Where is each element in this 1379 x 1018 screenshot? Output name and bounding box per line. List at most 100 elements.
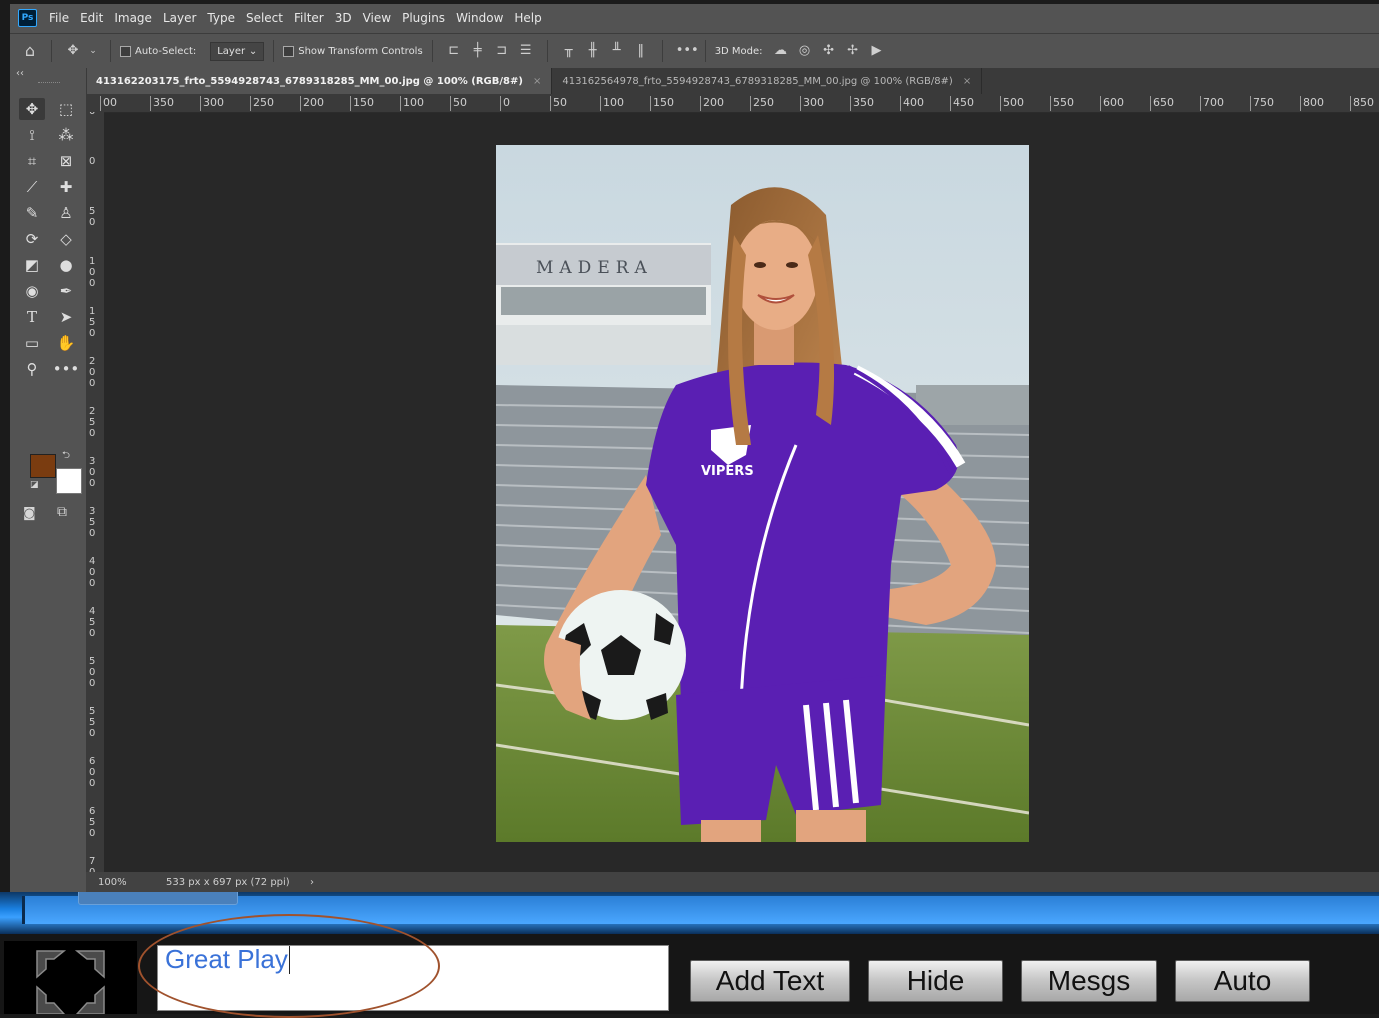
frame-tool-icon[interactable]: ⊠ bbox=[53, 150, 79, 172]
pan-icon[interactable]: ✣ bbox=[821, 44, 837, 58]
magic-wand-icon[interactable]: ⁂ bbox=[53, 124, 79, 146]
marquee-tool-icon[interactable]: ⬚ bbox=[53, 98, 79, 120]
brush-tool-icon[interactable]: ✎ bbox=[19, 202, 45, 224]
tools-panel: ‹‹ ✥ ⬚ ⟟ ⁂ ⌗ ⊠ ⟋ ✚ ✎ ♙ ⟳ ◇ ◩ ● ◉ ✒ T ➤ ▭… bbox=[10, 68, 87, 892]
ruler-tick-label: 200 bbox=[700, 96, 724, 111]
hide-button[interactable]: Hide bbox=[868, 960, 1003, 1002]
ruler-tick-label: 100 bbox=[400, 96, 424, 111]
align-left-icon[interactable]: ⊏ bbox=[446, 44, 462, 58]
move-tool-icon[interactable]: ✥ bbox=[65, 44, 81, 58]
status-menu-icon[interactable]: › bbox=[310, 877, 314, 888]
jersey-text: VIPERS bbox=[701, 464, 754, 479]
zoom-tool-icon[interactable]: ⚲ bbox=[19, 358, 45, 380]
menu-type[interactable]: Type bbox=[207, 11, 235, 25]
history-brush-icon[interactable]: ⟳ bbox=[19, 228, 45, 250]
crop-tool-icon[interactable]: ⌗ bbox=[19, 150, 45, 172]
lasso-tool-icon[interactable]: ⟟ bbox=[19, 124, 45, 146]
default-colors-icon[interactable]: ◪ bbox=[30, 480, 39, 490]
more-options-button[interactable]: ••• bbox=[676, 44, 699, 58]
checkbox-box[interactable] bbox=[120, 45, 131, 57]
ruler-tick-label: 150 bbox=[650, 96, 674, 111]
status-bar: 100% 533 px x 697 px (72 ppi) › bbox=[86, 872, 1379, 892]
menu-help[interactable]: Help bbox=[514, 11, 541, 25]
rectangle-tool-icon[interactable]: ▭ bbox=[19, 332, 45, 354]
ruler-tick-label: 200 bbox=[300, 96, 324, 111]
vertical-ruler: 0 0 50 100 150 200 250 300 350 400 450 500 550 600 650… bbox=[86, 112, 104, 872]
document-tabs: 413162203175_frto_5594928743_6789318285_… bbox=[86, 68, 1379, 94]
ruler-tick-label: 800 bbox=[1300, 96, 1324, 111]
options-bar: ⌂ ✥ ⌄ Auto-Select: Layer ⌄ Show Transfor… bbox=[10, 33, 1379, 68]
tab-document-1[interactable]: 413162203175_frto_5594928743_6789318285_… bbox=[86, 68, 553, 94]
path-selection-icon[interactable]: ➤ bbox=[53, 306, 79, 328]
auto-select-checkbox[interactable]: Auto-Select: bbox=[120, 45, 196, 57]
menu-3d[interactable]: 3D bbox=[335, 11, 352, 25]
distribute-vertical-icon[interactable]: ‖ bbox=[633, 44, 649, 58]
fullscreen-button[interactable] bbox=[4, 941, 137, 1015]
align-center-icon[interactable]: ╪ bbox=[470, 44, 486, 58]
more-tools-icon[interactable]: ••• bbox=[53, 358, 80, 380]
menu-view[interactable]: View bbox=[363, 11, 391, 25]
screen-mode-icon[interactable]: ⧉ bbox=[57, 504, 67, 520]
hand-tool-icon[interactable]: ✋ bbox=[53, 332, 79, 354]
menu-layer[interactable]: Layer bbox=[163, 11, 196, 25]
photoshop-window: Ps File Edit Image Layer Type Select Fil… bbox=[10, 4, 1379, 892]
ruler-tick-label: 450 bbox=[89, 606, 96, 639]
zoom-level[interactable]: 100% bbox=[98, 877, 166, 888]
ruler-tick-label: 0 bbox=[89, 156, 96, 167]
add-text-button[interactable]: Add Text bbox=[690, 960, 850, 1002]
mesgs-button[interactable]: Mesgs bbox=[1021, 960, 1157, 1002]
collapse-panel-icon[interactable]: ‹‹ bbox=[16, 68, 24, 79]
menu-filter[interactable]: Filter bbox=[294, 11, 324, 25]
ruler-tick-label: 50 bbox=[89, 206, 96, 228]
move-tool-icon[interactable]: ✥ bbox=[19, 98, 45, 120]
chevron-down-icon: ⌄ bbox=[248, 45, 258, 57]
menu-image[interactable]: Image bbox=[114, 11, 152, 25]
show-transform-checkbox[interactable]: Show Transform Controls bbox=[283, 45, 423, 57]
close-icon[interactable]: × bbox=[963, 76, 971, 87]
menu-file[interactable]: File bbox=[49, 11, 69, 25]
roll-icon[interactable]: ◎ bbox=[797, 44, 813, 58]
menu-plugins[interactable]: Plugins bbox=[402, 11, 445, 25]
home-icon[interactable]: ⌂ bbox=[22, 43, 38, 59]
menu-edit[interactable]: Edit bbox=[80, 11, 103, 25]
ruler-tick-label: 50 bbox=[450, 96, 467, 111]
close-icon[interactable]: × bbox=[533, 76, 541, 87]
ruler-tick-label: 200 bbox=[89, 356, 96, 389]
align-bottom-icon[interactable]: ╨ bbox=[609, 44, 625, 58]
canvas-area[interactable]: MADERA VIPERS bbox=[104, 113, 1379, 872]
chevron-down-icon[interactable]: ⌄ bbox=[89, 44, 97, 58]
stamp-tool-icon[interactable]: ♙ bbox=[53, 202, 79, 224]
align-right-icon[interactable]: ⊐ bbox=[494, 44, 510, 58]
checkbox-box[interactable] bbox=[283, 45, 295, 57]
quick-mask-icon[interactable]: ◙ bbox=[23, 506, 36, 521]
foreground-color-swatch[interactable] bbox=[30, 454, 56, 478]
ruler-tick-label: 700 bbox=[89, 856, 96, 872]
tab-document-2[interactable]: 413162564978_frto_5594928743_6789318285_… bbox=[552, 68, 983, 94]
ruler-tick-label: 0 bbox=[500, 96, 510, 111]
blur-tool-icon[interactable]: ● bbox=[53, 254, 79, 276]
menu-window[interactable]: Window bbox=[456, 11, 503, 25]
healing-brush-icon[interactable]: ✚ bbox=[53, 176, 79, 198]
dodge-tool-icon[interactable]: ◉ bbox=[19, 280, 45, 302]
eraser-icon[interactable]: ◇ bbox=[53, 228, 79, 250]
orbit-icon[interactable]: ☁ bbox=[773, 44, 789, 58]
gradient-tool-icon[interactable]: ◩ bbox=[19, 254, 45, 276]
align-middle-icon[interactable]: ╫ bbox=[585, 44, 601, 58]
slide-icon[interactable]: ✢ bbox=[845, 44, 861, 58]
auto-select-dropdown[interactable]: Layer ⌄ bbox=[210, 41, 265, 61]
camera-icon[interactable]: ▶ bbox=[869, 44, 885, 58]
eyedropper-icon[interactable]: ⟋ bbox=[19, 176, 45, 198]
pen-tool-icon[interactable]: ✒ bbox=[53, 280, 79, 302]
align-top-icon[interactable]: ╥ bbox=[561, 44, 577, 58]
background-color-swatch[interactable] bbox=[56, 468, 82, 494]
ruler-tick-label: 550 bbox=[89, 706, 96, 739]
ruler-tick-label: 250 bbox=[750, 96, 774, 111]
ruler-tick-label: 0 bbox=[89, 112, 97, 117]
auto-select-value: Layer bbox=[217, 45, 246, 57]
menu-select[interactable]: Select bbox=[246, 11, 283, 25]
ruler-tick-label: 250 bbox=[250, 96, 274, 111]
swap-colors-icon[interactable]: ⮌ bbox=[62, 448, 70, 465]
auto-button[interactable]: Auto bbox=[1175, 960, 1310, 1002]
distribute-icon[interactable]: ☰ bbox=[518, 44, 534, 58]
type-tool-icon[interactable]: T bbox=[19, 306, 45, 328]
